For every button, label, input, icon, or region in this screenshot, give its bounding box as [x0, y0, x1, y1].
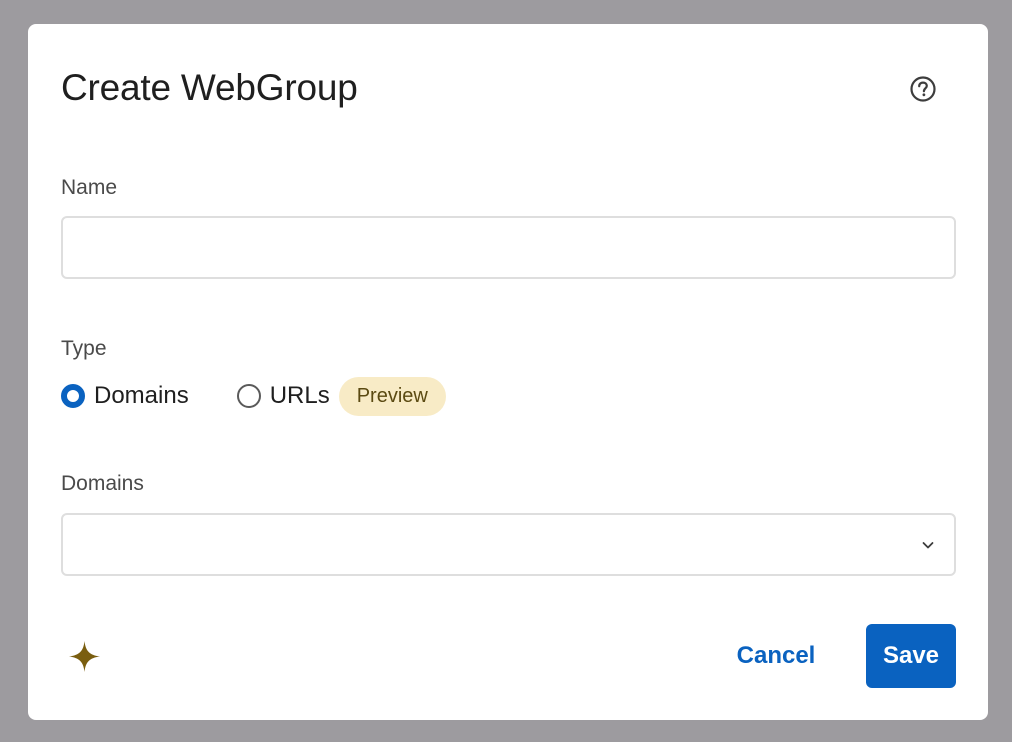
preview-badge: Preview: [338, 376, 446, 416]
radio-domains[interactable]: [61, 384, 85, 408]
radio-urls-label: URLs: [269, 382, 330, 409]
cancel-button[interactable]: Cancel: [722, 624, 830, 687]
dialog-title: Create WebGroup: [61, 67, 358, 108]
radio-urls[interactable]: [236, 384, 261, 408]
type-option-domains[interactable]: Domains: [61, 382, 189, 410]
type-option-urls[interactable]: URLs: [236, 382, 330, 410]
create-webgroup-dialog: Create WebGroup Name Type Domains URLs P…: [28, 24, 988, 720]
name-label: Name: [61, 176, 118, 199]
save-button[interactable]: Save: [866, 624, 956, 688]
help-button[interactable]: [908, 74, 938, 104]
type-radio-group: Domains URLs Preview: [61, 376, 446, 416]
name-input[interactable]: [61, 216, 956, 279]
sparkle-icon[interactable]: [68, 640, 101, 673]
radio-domains-label: Domains: [94, 382, 189, 409]
domains-select[interactable]: [61, 513, 956, 576]
chevron-down-icon: [922, 542, 934, 549]
help-circle-icon: [910, 76, 936, 102]
domains-label: Domains: [61, 472, 144, 495]
type-label: Type: [61, 337, 107, 360]
